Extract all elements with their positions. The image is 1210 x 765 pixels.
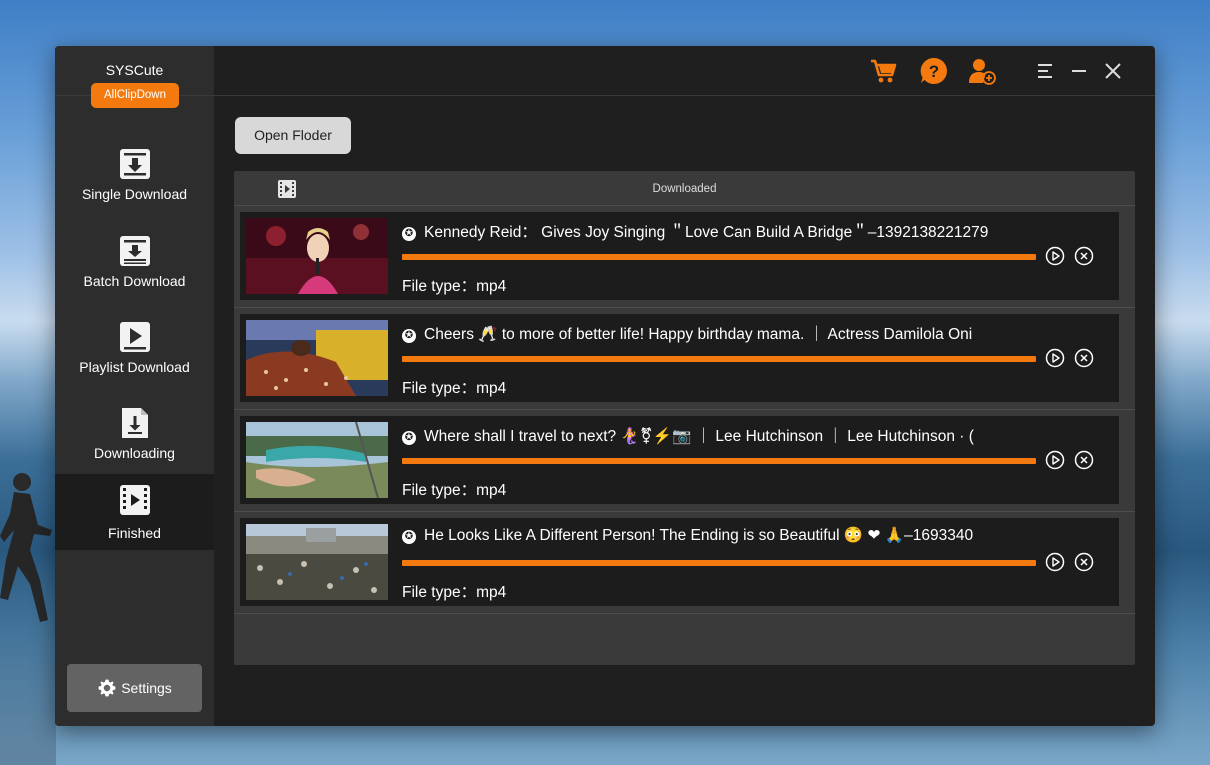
sidebar-item-downloading[interactable]: Downloading (55, 393, 214, 479)
download-card: ✪ Kennedy Reid： Gives Joy Singing ＂Love C… (240, 212, 1119, 300)
batch-download-icon (120, 236, 150, 266)
remove-icon[interactable] (1074, 246, 1094, 266)
play-icon[interactable] (1045, 450, 1065, 470)
play-icon[interactable] (1045, 246, 1065, 266)
svg-text:?: ? (929, 62, 939, 81)
video-thumbnail[interactable] (246, 524, 388, 600)
progress-fill (402, 254, 1036, 260)
sidebar-item-finished[interactable]: Finished (55, 474, 214, 550)
help-icon[interactable]: ? (919, 56, 949, 86)
sidebar-item-label: Batch Download (83, 273, 186, 289)
video-title: ✪ Cheers 🥂 to more of better life! Happy … (402, 322, 1036, 344)
sidebar-item-label: Downloading (94, 445, 175, 461)
cart-icon[interactable] (869, 56, 899, 86)
list-item: ✪ Kennedy Reid： Gives Joy Singing ＂Love C… (234, 205, 1135, 308)
brand: SYSCute AllClipDown (55, 46, 214, 108)
star-icon: ✪ (402, 227, 416, 241)
file-type: File type：mp4 (402, 278, 507, 295)
app-title: SYSCute (105, 62, 164, 78)
open-folder-button[interactable]: Open Floder (235, 117, 351, 154)
menu-icon[interactable] (1030, 56, 1060, 86)
star-icon: ✪ (402, 329, 416, 343)
download-card: ✪ Where shall I travel to next? 🧜‍♀️⚧⚡📷 ｜… (240, 416, 1119, 504)
download-card: ✪ He Looks Like A Different Person! The E… (240, 518, 1119, 606)
sidebar-item-label: Single Download (81, 186, 188, 202)
video-thumbnail[interactable] (246, 320, 388, 396)
sidebar-item-label: Playlist Download (79, 359, 190, 375)
sidebar-item-single-download[interactable]: Single Download (55, 134, 214, 220)
download-card: ✪ Cheers 🥂 to more of better life! Happy … (240, 314, 1119, 402)
progress-fill (402, 458, 1036, 464)
video-thumbnail[interactable] (246, 422, 388, 498)
play-icon[interactable] (1045, 552, 1065, 572)
sidebar-item-label: Finished (108, 525, 161, 541)
remove-icon[interactable] (1074, 552, 1094, 572)
remove-icon[interactable] (1074, 348, 1094, 368)
title-bar: ? (214, 46, 1155, 96)
sidebar-item-batch-download[interactable]: Batch Download (55, 221, 214, 307)
settings-label: Settings (121, 680, 172, 696)
progress-bar (402, 356, 1036, 362)
video-title: ✪ Where shall I travel to next? 🧜‍♀️⚧⚡📷 ｜… (402, 424, 1036, 446)
list-item: ✪ Where shall I travel to next? 🧜‍♀️⚧⚡📷 ｜… (234, 409, 1135, 512)
downloading-icon (122, 408, 148, 438)
progress-bar (402, 458, 1036, 464)
list-item: ✪ Cheers 🥂 to more of better life! Happy … (234, 307, 1135, 410)
app-window: SYSCute AllClipDown Single Download Batc… (55, 46, 1155, 726)
playlist-icon (120, 322, 150, 352)
file-type: File type：mp4 (402, 380, 507, 397)
file-type: File type：mp4 (402, 584, 507, 601)
add-user-icon[interactable] (967, 56, 997, 86)
progress-fill (402, 356, 1036, 362)
star-icon: ✪ (402, 530, 416, 544)
progress-fill (402, 560, 1036, 566)
progress-bar (402, 254, 1036, 260)
progress-bar (402, 560, 1036, 566)
file-type: File type：mp4 (402, 482, 507, 499)
list-item: ✪ He Looks Like A Different Person! The E… (234, 511, 1135, 614)
gear-icon (98, 679, 116, 697)
shore-reflection (0, 560, 56, 765)
downloaded-panel: Downloaded ✪ Kennedy Reid： Gives Joy Sing… (234, 171, 1135, 665)
play-icon[interactable] (1045, 348, 1065, 368)
product-badge: AllClipDown (91, 83, 179, 108)
minimize-icon[interactable] (1064, 56, 1094, 86)
star-icon: ✪ (402, 431, 416, 445)
close-icon[interactable] (1098, 56, 1128, 86)
panel-header: Downloaded (234, 171, 1135, 206)
sidebar-item-playlist-download[interactable]: Playlist Download (55, 307, 214, 393)
sidebar: SYSCute AllClipDown Single Download Batc… (55, 46, 214, 726)
video-title: ✪ He Looks Like A Different Person! The E… (402, 526, 1036, 545)
settings-button[interactable]: Settings (67, 664, 202, 712)
remove-icon[interactable] (1074, 450, 1094, 470)
video-thumbnail[interactable] (246, 218, 388, 294)
panel-title: Downloaded (652, 183, 717, 195)
video-title: ✪ Kennedy Reid： Gives Joy Singing ＂Love C… (402, 220, 1036, 242)
film-icon (120, 485, 150, 515)
single-download-icon (120, 149, 150, 179)
